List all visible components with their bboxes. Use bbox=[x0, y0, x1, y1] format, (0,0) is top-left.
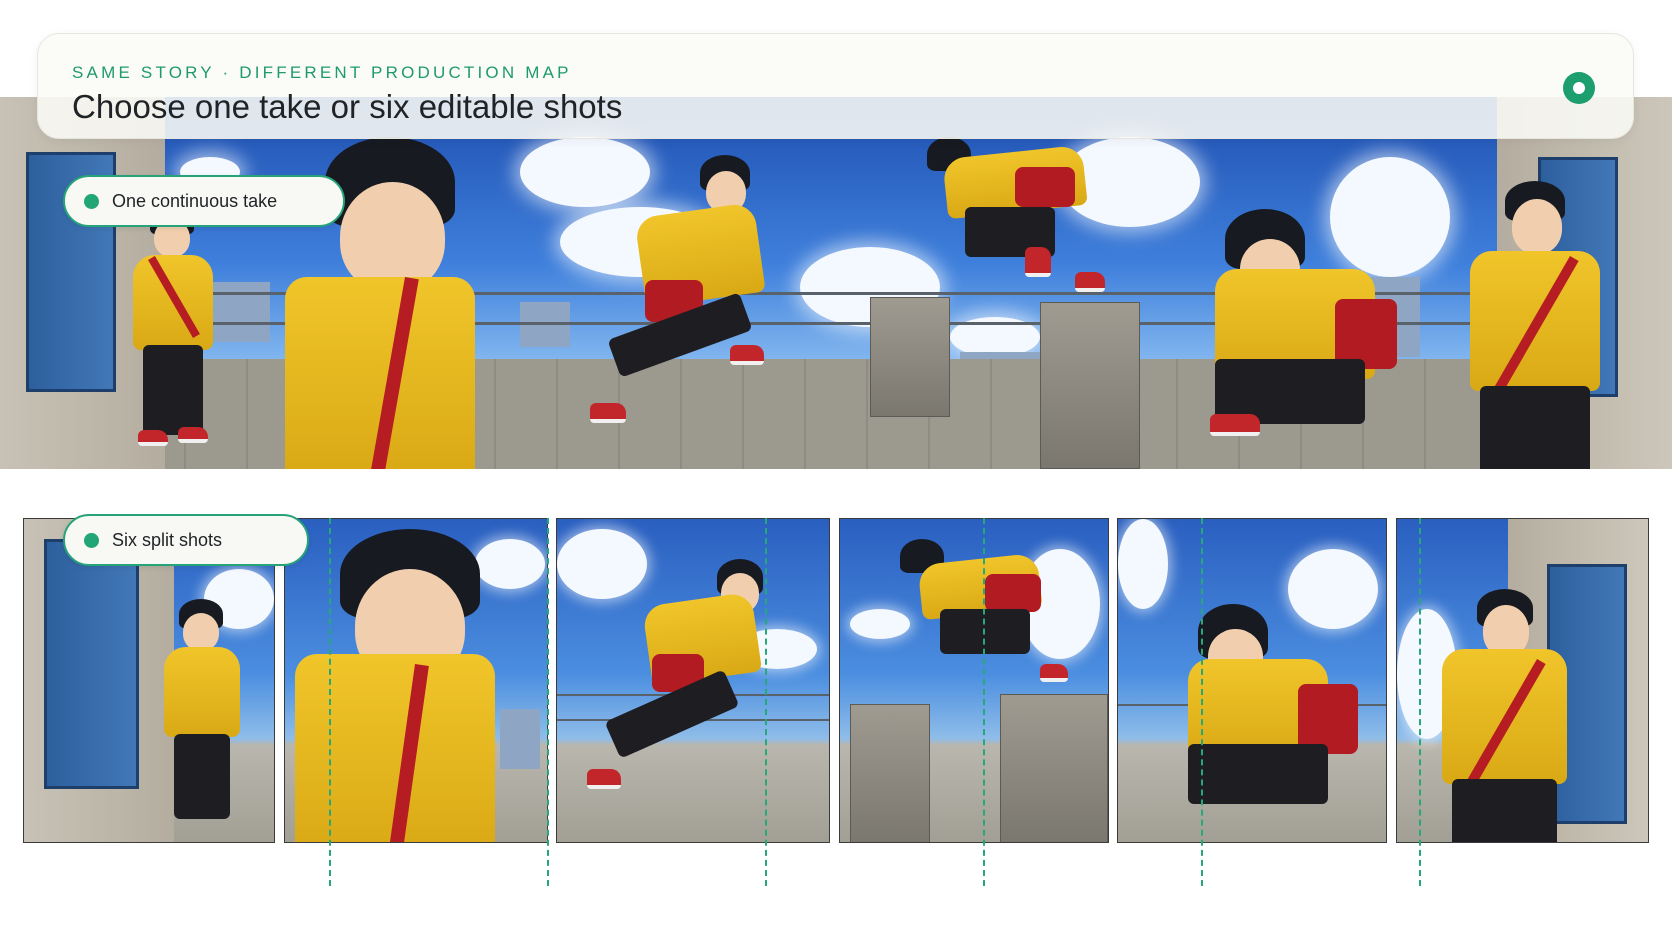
character-standing bbox=[128, 205, 218, 446]
character-jumping bbox=[900, 539, 1080, 709]
status-indicator-icon[interactable] bbox=[1563, 72, 1595, 104]
city-building bbox=[500, 709, 540, 769]
continuous-take-pill[interactable]: One continuous take bbox=[63, 175, 345, 227]
header-card: SAME STORY · DIFFERENT PRODUCTION MAP Ch… bbox=[37, 33, 1634, 139]
split-shots-label: Six split shots bbox=[112, 529, 223, 550]
cut-guide bbox=[329, 518, 331, 886]
city-building bbox=[210, 282, 270, 342]
split-shot-5[interactable] bbox=[1117, 518, 1387, 843]
concrete-ledge bbox=[870, 297, 950, 417]
cut-guide bbox=[1419, 518, 1421, 886]
rooftop-floor bbox=[0, 359, 1672, 469]
character-running bbox=[577, 559, 777, 819]
green-dot-icon bbox=[84, 532, 99, 548]
continuous-take-image bbox=[0, 97, 1672, 469]
concrete-ledge bbox=[1000, 694, 1108, 842]
split-shot-2[interactable] bbox=[284, 518, 548, 843]
character-crouching bbox=[1195, 209, 1405, 449]
concrete-ledge bbox=[1040, 302, 1140, 469]
cut-guide bbox=[765, 518, 767, 886]
split-shot-4[interactable] bbox=[839, 518, 1109, 843]
character-standing-right bbox=[1460, 181, 1610, 469]
eyebrow-label: SAME STORY · DIFFERENT PRODUCTION MAP bbox=[72, 63, 572, 82]
split-shots-pill[interactable]: Six split shots bbox=[63, 514, 309, 566]
concrete-ledge bbox=[850, 704, 930, 842]
page-title: Choose one take or six editable shots bbox=[72, 88, 623, 125]
character-closeup-key bbox=[295, 529, 505, 842]
character-standing-right bbox=[1437, 589, 1577, 842]
character-standing bbox=[159, 599, 244, 829]
split-shot-3[interactable] bbox=[556, 518, 830, 843]
character-crouching bbox=[1173, 604, 1373, 824]
cut-guide bbox=[1201, 518, 1203, 886]
character-running bbox=[590, 155, 790, 455]
cloud bbox=[1118, 519, 1168, 609]
railing bbox=[0, 292, 1672, 295]
railing bbox=[0, 322, 1672, 325]
split-shot-6[interactable] bbox=[1396, 518, 1649, 843]
blue-door bbox=[44, 539, 139, 789]
cut-guide bbox=[547, 518, 549, 886]
cut-guide bbox=[983, 518, 985, 886]
green-dot-icon bbox=[84, 193, 99, 209]
continuous-take-label: One continuous take bbox=[112, 190, 278, 211]
split-shot-1[interactable] bbox=[23, 518, 275, 843]
